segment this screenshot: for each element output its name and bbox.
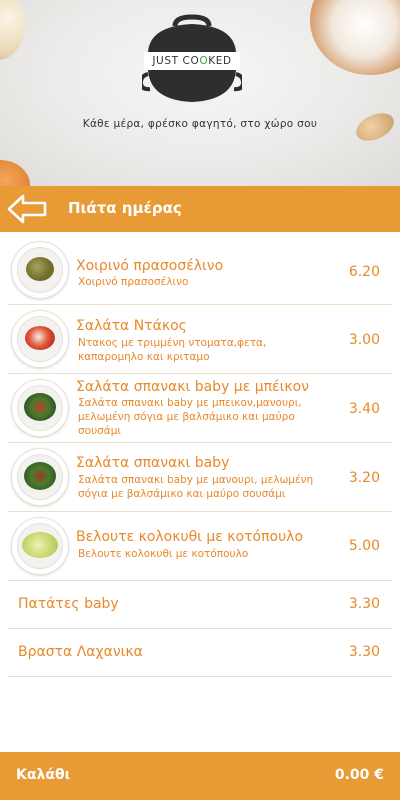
item-description: Χοιρινό πρασοσέλινο	[78, 276, 189, 288]
menu-item[interactable]: Σαλάτα Ντάκος Ντακος με τριμμένη ντοματα…	[8, 305, 392, 374]
decor-bowl-left	[0, 0, 25, 60]
menu-item-plain[interactable]: Πατάτες baby 3.30	[8, 581, 392, 629]
item-description: Βελουτε κολοκυθι με κοτόπουλο	[78, 548, 249, 560]
logo: JUST COOKED	[138, 14, 246, 108]
dish-image	[12, 518, 68, 574]
menu-item[interactable]: Βελουτε κολοκυθι με κοτόπουλο Βελουτε κο…	[8, 512, 392, 581]
dish-image	[12, 242, 68, 298]
dish-image	[12, 311, 68, 367]
menu-item[interactable]: Χοιρινό πρασοσέλινο Χοιρινό πρασοσέλινο …	[8, 236, 392, 305]
item-price: 5.00	[348, 538, 380, 554]
item-name: Βραστα Λαχανικα	[18, 644, 143, 660]
hero-header: JUST COOKED Κάθε μέρα, φρέσκο φαγητό, στ…	[0, 0, 400, 186]
page-title: Πιάτα ημέρας	[68, 199, 182, 217]
item-name: Βελουτε κολοκυθι με κοτόπουλο	[76, 529, 304, 545]
back-button[interactable]	[6, 193, 48, 225]
logo-text: JUST COOKED	[152, 55, 232, 67]
item-price: 3.20	[348, 470, 380, 486]
dish-image	[12, 449, 68, 505]
menu-list: Χοιρινό πρασοσέλινο Χοιρινό πρασοσέλινο …	[8, 236, 392, 677]
menu-item[interactable]: Σαλάτα σπανακι baby Σαλάτα σπανακι baby …	[8, 443, 392, 512]
item-description: Σαλάτα σπανακι baby με μανουρι, μελωμένη…	[78, 474, 314, 500]
cart-bar[interactable]: Καλάθι 0.00 €	[0, 752, 400, 800]
back-arrow-icon	[7, 194, 47, 224]
item-price: 3.30	[348, 644, 380, 660]
tagline: Κάθε μέρα, φρέσκο φαγητό, στο χώρο σου	[82, 118, 318, 130]
item-name: Χοιρινό πρασοσέλινο	[76, 258, 224, 274]
item-price: 3.30	[348, 596, 380, 612]
decor-orange	[0, 160, 30, 186]
item-name: Σαλάτα Ντάκος	[76, 318, 187, 334]
cart-label: Καλάθι	[16, 767, 71, 783]
item-price: 3.40	[348, 401, 380, 417]
title-bar: Πιάτα ημέρας	[0, 186, 400, 232]
decor-bowl-right	[310, 0, 400, 75]
item-price: 6.20	[348, 264, 380, 280]
menu-item[interactable]: Σαλάτα σπανακι baby με μπέικον Σαλάτα σπ…	[8, 374, 392, 443]
cart-total: 0.00 €	[334, 767, 384, 783]
item-name: Σαλάτα σπανακι baby με μπέικον	[76, 379, 310, 395]
item-name: Σαλάτα σπανακι baby	[76, 455, 230, 471]
item-price: 3.00	[348, 332, 380, 348]
dish-image	[12, 380, 68, 436]
item-description: Ντακος με τριμμένη ντοματα,φετα, καπαρομ…	[78, 337, 267, 363]
item-description: Σαλάτα σπανακι baby με μπεικον,μανουρι, …	[78, 397, 302, 437]
item-name: Πατάτες baby	[18, 596, 119, 612]
menu-item-plain[interactable]: Βραστα Λαχανικα 3.30	[8, 629, 392, 677]
